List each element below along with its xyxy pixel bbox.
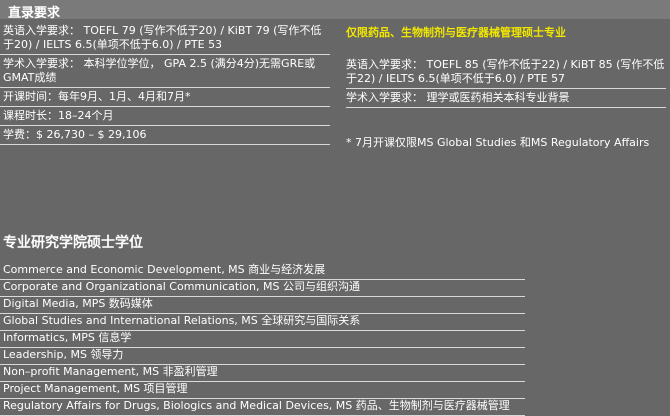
header-bar [0,0,670,19]
regulatory-affairs-requirements: 仅限药品、生物制剂与医疗器械管理硕士专业 英语入学要求： TOEFL 85 (写… [346,26,666,108]
degree-item: Commerce and Economic Development, MS 商业… [0,263,525,280]
start-dates: 开课时间：每年9月、1月、4月和7月* [0,88,330,107]
degree-list: Commerce and Economic Development, MS 商业… [0,263,525,416]
degree-item: Non–profit Management, MS 非盈利管理 [0,365,525,382]
admission-requirements: 英语入学要求： TOEFL 79 (写作不低于20) / KiBT 79 (写作… [0,22,330,145]
degree-item: Informatics, MPS 信息学 [0,331,525,348]
tuition: 学费：$ 26,730 – $ 29,106 [0,126,330,145]
start-note: * 7月开课仅限MS Global Studies 和MS Regulatory… [346,136,650,149]
academic-requirement-ra: 学术入学要求： 理学或医药相关本科专业背景 [346,89,666,108]
degree-item: Regulatory Affairs for Drugs, Biologics … [0,399,525,416]
degree-item: Global Studies and International Relatio… [0,314,525,331]
degree-item: Project Management, MS 项目管理 [0,382,525,399]
program-duration: 课程时长：18–24个月 [0,107,330,126]
academic-requirement: 学术入学要求： 本科学位学位， GPA 2.5 (满分4分)无需GRE或GMAT… [0,55,330,88]
section-title: 直录要求 [8,6,61,21]
english-requirement-ra: 英语入学要求： TOEFL 85 (写作不低于22) / KiBT 85 (写作… [346,56,666,89]
degrees-title: 专业研究学院硕士学位 [3,235,143,251]
degree-item: Corporate and Organizational Communicati… [0,280,525,297]
regulatory-affairs-title: 仅限药品、生物制剂与医疗器械管理硕士专业 [346,26,566,39]
degree-item: Leadership, MS 领导力 [0,348,525,365]
english-requirement: 英语入学要求： TOEFL 79 (写作不低于20) / KiBT 79 (写作… [0,22,330,55]
degree-item: Digital Media, MPS 数码媒体 [0,297,525,314]
